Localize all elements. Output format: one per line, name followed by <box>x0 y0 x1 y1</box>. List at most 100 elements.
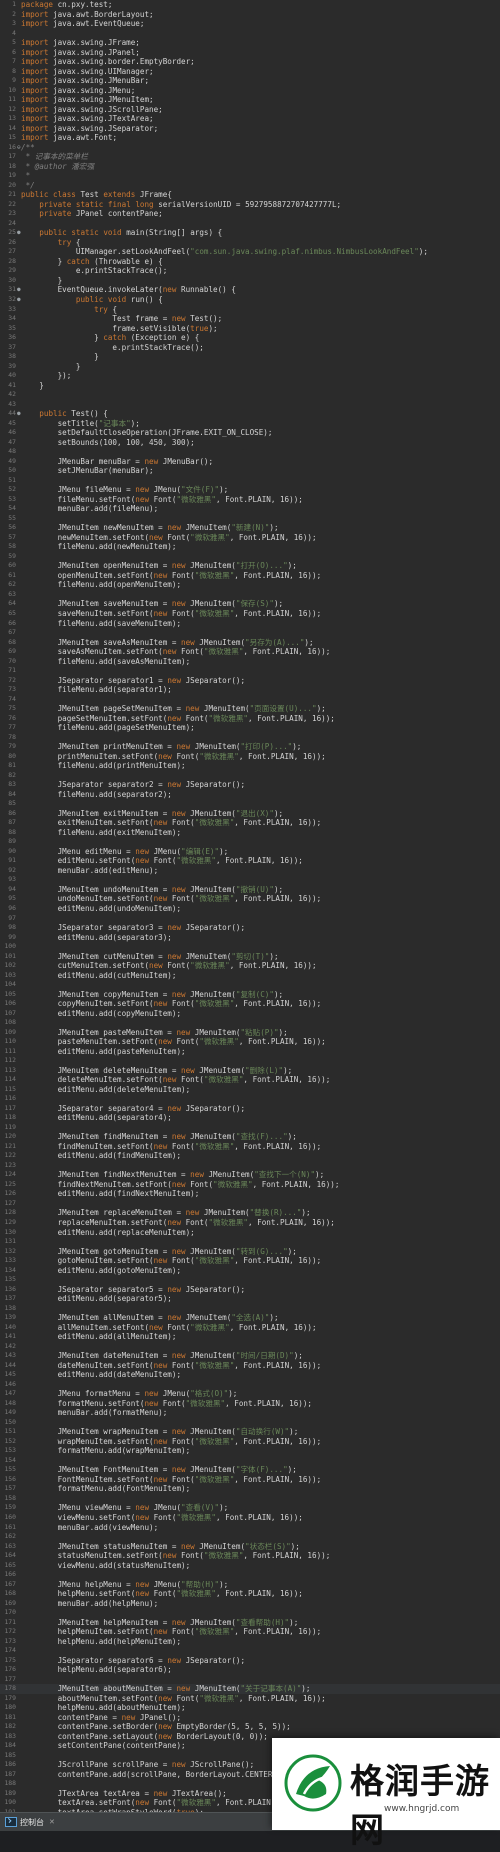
code-line[interactable]: 20 */ <box>0 181 500 191</box>
code-line[interactable]: 128 JMenuItem replaceMenuItem = new JMen… <box>0 1208 500 1218</box>
code-line[interactable]: 64 JMenuItem saveMenuItem = new JMenuIte… <box>0 599 500 609</box>
code-line[interactable]: 139 JMenuItem allMenuItem = new JMenuIte… <box>0 1313 500 1323</box>
code-line[interactable]: 45 setTitle("记事本"); <box>0 419 500 429</box>
code-line[interactable]: 98 JSeparator separator3 = new JSeparato… <box>0 923 500 933</box>
code-line[interactable]: 167 JMenu helpMenu = new JMenu("帮助(H)"); <box>0 1580 500 1590</box>
code-line[interactable]: 91 editMenu.setFont(new Font("微软雅黑", Fon… <box>0 856 500 866</box>
code-line[interactable]: 62 fileMenu.add(openMenuItem); <box>0 580 500 590</box>
code-line[interactable]: 42 <box>0 390 500 400</box>
code-line[interactable]: 66 fileMenu.add(saveMenuItem); <box>0 619 500 629</box>
code-line[interactable]: 90 JMenu editMenu = new JMenu("编辑(E)"); <box>0 847 500 857</box>
code-line[interactable]: 143 JMenuItem dateMenuItem = new JMenuIt… <box>0 1351 500 1361</box>
code-line[interactable]: 70 fileMenu.add(saveAsMenuItem); <box>0 657 500 667</box>
code-line[interactable]: 18 * @author 潘宏强 <box>0 162 500 172</box>
code-line[interactable]: 101 JMenuItem cutMenuItem = new JMenuIte… <box>0 952 500 962</box>
code-line[interactable]: 160 viewMenu.setFont(new Font("微软雅黑", Fo… <box>0 1513 500 1523</box>
code-line[interactable]: 126 editMenu.add(findNextMenuItem); <box>0 1189 500 1199</box>
code-line[interactable]: 150 <box>0 1418 500 1428</box>
code-line[interactable]: 24 <box>0 219 500 229</box>
code-line[interactable]: 34 Test frame = new Test(); <box>0 314 500 324</box>
code-line[interactable]: 147 JMenu formatMenu = new JMenu("格式(O)"… <box>0 1389 500 1399</box>
code-line[interactable]: 51 <box>0 476 500 486</box>
code-line[interactable]: 15 import java.awt.Font; <box>0 133 500 143</box>
code-line[interactable]: 133 gotoMenuItem.setFont(new Font("微软雅黑"… <box>0 1256 500 1266</box>
code-line[interactable]: 131 <box>0 1237 500 1247</box>
code-line[interactable]: 28 } catch (Throwable e) { <box>0 257 500 267</box>
code-line[interactable]: 165 viewMenu.add(statusMenuItem); <box>0 1561 500 1571</box>
code-line[interactable]: 48 <box>0 447 500 457</box>
code-line[interactable]: 100 <box>0 942 500 952</box>
code-line[interactable]: 170 <box>0 1608 500 1618</box>
code-line[interactable]: 10 import javax.swing.JMenu; <box>0 86 500 96</box>
code-line[interactable]: 157 formatMenu.add(FontMenuItem); <box>0 1484 500 1494</box>
code-line[interactable]: 49 JMenuBar menuBar = new JMenuBar(); <box>0 457 500 467</box>
code-line[interactable]: 65 saveMenuItem.setFont(new Font("微软雅黑",… <box>0 609 500 619</box>
code-line[interactable]: 152 wrapMenuItem.setFont(new Font("微软雅黑"… <box>0 1437 500 1447</box>
code-line[interactable]: 151 JMenuItem wrapMenuItem = new JMenuIt… <box>0 1427 500 1437</box>
code-line[interactable]: 33 try { <box>0 305 500 315</box>
code-line[interactable]: 94 JMenuItem undoMenuItem = new JMenuIte… <box>0 885 500 895</box>
code-line[interactable]: 153 formatMenu.add(wrapMenuItem); <box>0 1446 500 1456</box>
code-line[interactable]: 104 <box>0 980 500 990</box>
code-line[interactable]: 22 private static final long serialVersi… <box>0 200 500 210</box>
code-line[interactable]: 47 setBounds(100, 100, 450, 300); <box>0 438 500 448</box>
code-line[interactable]: 92 menuBar.add(editMenu); <box>0 866 500 876</box>
code-line[interactable]: 71 <box>0 666 500 676</box>
code-line[interactable]: 80 printMenuItem.setFont(new Font("微软雅黑"… <box>0 752 500 762</box>
code-line[interactable]: 154 <box>0 1456 500 1466</box>
code-line[interactable]: 55 <box>0 514 500 524</box>
code-line[interactable]: 169 menuBar.add(helpMenu); <box>0 1599 500 1609</box>
code-line[interactable]: 176 helpMenu.add(separator6); <box>0 1665 500 1675</box>
code-line[interactable]: 102 cutMenuItem.setFont(new Font("微软雅黑",… <box>0 961 500 971</box>
code-line[interactable]: 12 import javax.swing.JScrollPane; <box>0 105 500 115</box>
code-line[interactable]: 83 JSeparator separator2 = new JSeparato… <box>0 780 500 790</box>
code-line[interactable]: 39 } <box>0 362 500 372</box>
code-line[interactable]: 162 <box>0 1532 500 1542</box>
code-line[interactable]: 93 <box>0 875 500 885</box>
code-line[interactable]: 130 editMenu.add(replaceMenuItem); <box>0 1228 500 1238</box>
code-line[interactable]: 77 fileMenu.add(pageSetMenuItem); <box>0 723 500 733</box>
code-line[interactable]: 16 ⊖/** <box>0 143 500 153</box>
code-line[interactable]: 163 JMenuItem statusMenuItem = new JMenu… <box>0 1542 500 1552</box>
code-line[interactable]: 161 menuBar.add(viewMenu); <box>0 1523 500 1533</box>
code-line[interactable]: 27 UIManager.setLookAndFeel("com.sun.jav… <box>0 247 500 257</box>
code-line[interactable]: 19 * <box>0 171 500 181</box>
code-line[interactable]: 118 editMenu.add(separator4); <box>0 1113 500 1123</box>
code-line[interactable]: 25 ● public static void main(String[] arg… <box>0 228 500 238</box>
code-line[interactable]: 82 <box>0 771 500 781</box>
code-line[interactable]: 75 JMenuItem pageSetMenuItem = new JMenu… <box>0 704 500 714</box>
code-line[interactable]: 137 editMenu.add(separator5); <box>0 1294 500 1304</box>
code-line[interactable]: 89 <box>0 837 500 847</box>
code-line[interactable]: 124 JMenuItem findNextMenuItem = new JMe… <box>0 1170 500 1180</box>
code-line[interactable]: 52 JMenu fileMenu = new JMenu("文件(F)"); <box>0 485 500 495</box>
code-line[interactable]: 11 import javax.swing.JMenuItem; <box>0 95 500 105</box>
code-line[interactable]: 4 <box>0 29 500 39</box>
code-line[interactable]: 85 <box>0 799 500 809</box>
code-line[interactable]: 17 * 记事本的菜单栏 <box>0 152 500 162</box>
code-line[interactable]: 31 ● EventQueue.invokeLater(new Runnable(… <box>0 285 500 295</box>
code-line[interactable]: 148 formatMenu.setFont(new Font("微软雅黑", … <box>0 1399 500 1409</box>
code-line[interactable]: 135 <box>0 1275 500 1285</box>
code-line[interactable]: 168 helpMenu.setFont(new Font("微软雅黑", Fo… <box>0 1589 500 1599</box>
code-line[interactable]: 107 editMenu.add(copyMenuItem); <box>0 1009 500 1019</box>
code-line[interactable]: 2 import java.awt.BorderLayout; <box>0 10 500 20</box>
code-line[interactable]: 181 contentPane = new JPanel(); <box>0 1713 500 1723</box>
code-line[interactable]: 23 private JPanel contentPane; <box>0 209 500 219</box>
code-line[interactable]: 74 <box>0 695 500 705</box>
code-line[interactable]: 79 JMenuItem printMenuItem = new JMenuIt… <box>0 742 500 752</box>
code-line[interactable]: 46 setDefaultCloseOperation(JFrame.EXIT_… <box>0 428 500 438</box>
code-line[interactable]: 113 JMenuItem deleteMenuItem = new JMenu… <box>0 1066 500 1076</box>
code-line[interactable]: 69 saveAsMenuItem.setFont(new Font("微软雅黑… <box>0 647 500 657</box>
code-line[interactable]: 159 JMenu viewMenu = new JMenu("查看(V)"); <box>0 1503 500 1513</box>
code-line[interactable]: 115 editMenu.add(deleteMenuItem); <box>0 1085 500 1095</box>
code-line[interactable]: 108 <box>0 1018 500 1028</box>
code-line[interactable]: 73 fileMenu.add(separator1); <box>0 685 500 695</box>
code-line[interactable]: 132 JMenuItem gotoMenuItem = new JMenuIt… <box>0 1247 500 1257</box>
close-icon[interactable]: ✕ <box>49 1818 55 1826</box>
code-line[interactable]: 60 JMenuItem openMenuItem = new JMenuIte… <box>0 561 500 571</box>
code-line[interactable]: 67 <box>0 628 500 638</box>
code-line[interactable]: 32 ● public void run() { <box>0 295 500 305</box>
code-line[interactable]: 114 deleteMenuItem.setFont(new Font("微软雅… <box>0 1075 500 1085</box>
code-line[interactable]: 138 <box>0 1304 500 1314</box>
console-tab[interactable]: 控制台 ✕ <box>2 1815 61 1829</box>
